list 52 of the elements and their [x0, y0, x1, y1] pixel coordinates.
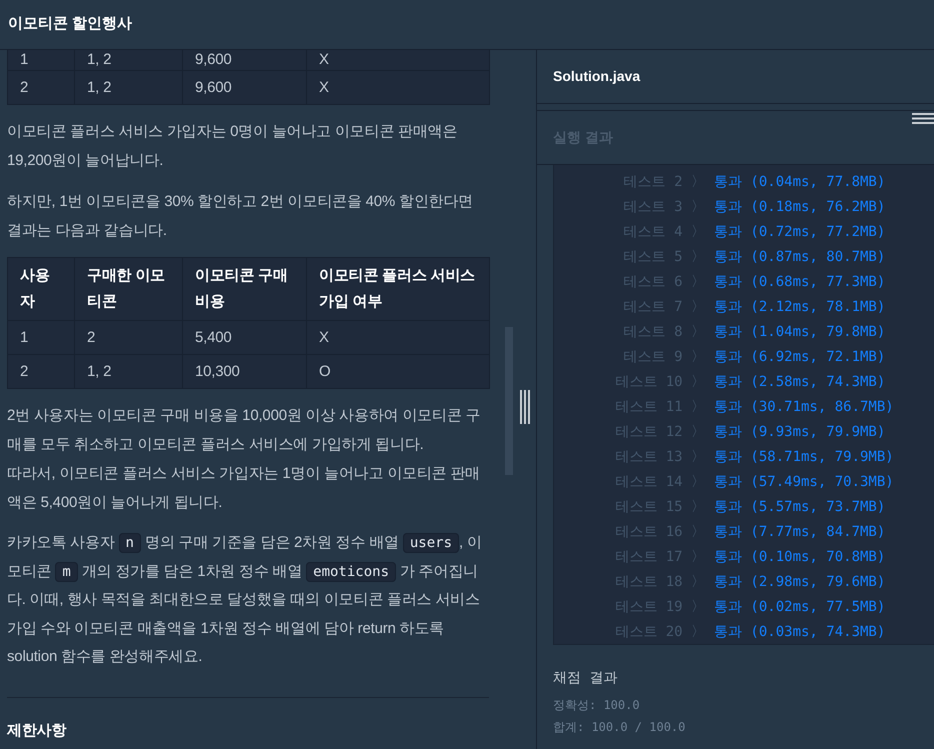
test-result: 통과 (0.72ms, 77.2MB) — [714, 223, 886, 242]
test-result: 통과 (2.58ms, 74.3MB) — [714, 373, 886, 392]
test-result: 통과 (0.10ms, 70.8MB) — [714, 548, 886, 567]
paragraph-text: 2번 사용자는 이모티콘 구매 비용을 10,000원 이상 사용하여 이모티콘 구매를 모두 취소하고 이모티콘 플러스 서비스에 가입하게 됩니다. — [7, 406, 482, 455]
menu-icon[interactable] — [912, 113, 934, 124]
table-cell: 10,300 — [182, 354, 306, 388]
table-header-cell: 사용자 — [8, 258, 74, 320]
paragraph-text: 이모티콘 플러스 서비스 가입자는 0명이 늘어나고 이모티콘 판매액은 19,200원이 늘어납니다. — [7, 122, 458, 171]
test-result: 통과 (0.87ms, 80.7MB) — [714, 248, 886, 267]
table-cell: 1 — [8, 320, 74, 354]
table-cell: 5,400 — [182, 320, 306, 354]
table-cell: 1, 2 — [74, 354, 182, 388]
test-result: 통과 (0.04ms, 77.8MB) — [714, 173, 886, 192]
test-result: 통과 (0.18ms, 76.2MB) — [714, 198, 886, 217]
table-cell: 1, 2 — [74, 50, 182, 70]
table-cell: 1 — [8, 50, 74, 70]
table-cell: 9,600 — [182, 50, 306, 70]
table-cell: 2 — [8, 354, 74, 388]
paragraph-text: 카카오톡 사용자 n 명의 구매 기준을 담은 2차원 정수 배열 users , 이모티콘 m 개의 정가를 담은 1차원 정수 배열 emoticons 가 주어집니다. 이때, 행사 목적을 최대한으로 달성했을 때의 이모티콘 플러스 서비스 가입 수와 이모티콘 매출액을 1차원 정수 배열에 담아 return 하도록 solution 함수를 완성해주세요. — [7, 532, 483, 667]
table-cell: X — [306, 70, 490, 104]
grading-line: 정확성: 100.0 — [553, 697, 641, 714]
test-result: 통과 (0.02ms, 77.5MB) — [714, 598, 886, 617]
table-header-cell: 구매한 이모티콘 — [74, 258, 182, 320]
paragraph-text: 따라서, 이모티콘 플러스 서비스 가입자는 1명이 늘어나고 이모티콘 판매액은 5,400원이 늘어나게 됩니다. — [7, 464, 482, 513]
table-header-cell: 이모티콘 플러스 서비스 가입 여부 — [306, 258, 490, 320]
test-result: 통과 (30.71ms, 86.7MB) — [714, 398, 894, 417]
grading-title: 채점 결과 — [553, 669, 618, 687]
test-result: 통과 (0.68ms, 77.3MB) — [714, 273, 886, 292]
table-cell: O — [306, 354, 490, 388]
test-result: 통과 (2.12ms, 78.1MB) — [714, 298, 886, 317]
test-result: 통과 (9.93ms, 79.9MB) — [714, 423, 886, 442]
test-result: 통과 (5.57ms, 73.7MB) — [714, 498, 886, 517]
grading-line: 합계: 100.0 / 100.0 — [553, 719, 686, 736]
table-header-cell: 이모티콘 구매 비용 — [182, 258, 306, 320]
file-name[interactable]: Solution.java — [553, 66, 640, 87]
table-cell: 1, 2 — [74, 70, 182, 104]
table-cell: X — [306, 320, 490, 354]
table-cell: X — [306, 50, 490, 70]
test-result: 통과 (1.04ms, 79.8MB) — [714, 323, 886, 342]
section-heading: 제한사항 — [7, 720, 68, 740]
table-cell: 2 — [74, 320, 182, 354]
resize-handle-icon[interactable] — [520, 390, 530, 424]
page-title: 이모티콘 할인행사 — [8, 14, 132, 34]
test-result: 통과 (57.49ms, 70.3MB) — [714, 473, 894, 492]
test-result: 통과 (0.03ms, 74.3MB) — [714, 623, 886, 642]
test-result: 통과 (7.77ms, 84.7MB) — [714, 523, 886, 542]
paragraph-text: 하지만, 1번 이모티콘을 30% 할인하고 2번 이모티콘을 40% 할인한다면 결과는 다음과 같습니다. — [7, 192, 474, 241]
table-cell: 2 — [8, 70, 74, 104]
table-cell: 9,600 — [182, 70, 306, 104]
test-result: 통과 (2.98ms, 79.6MB) — [714, 573, 886, 592]
test-result: 통과 (6.92ms, 72.1MB) — [714, 348, 886, 367]
test-result: 통과 (58.71ms, 79.9MB) — [714, 448, 894, 467]
